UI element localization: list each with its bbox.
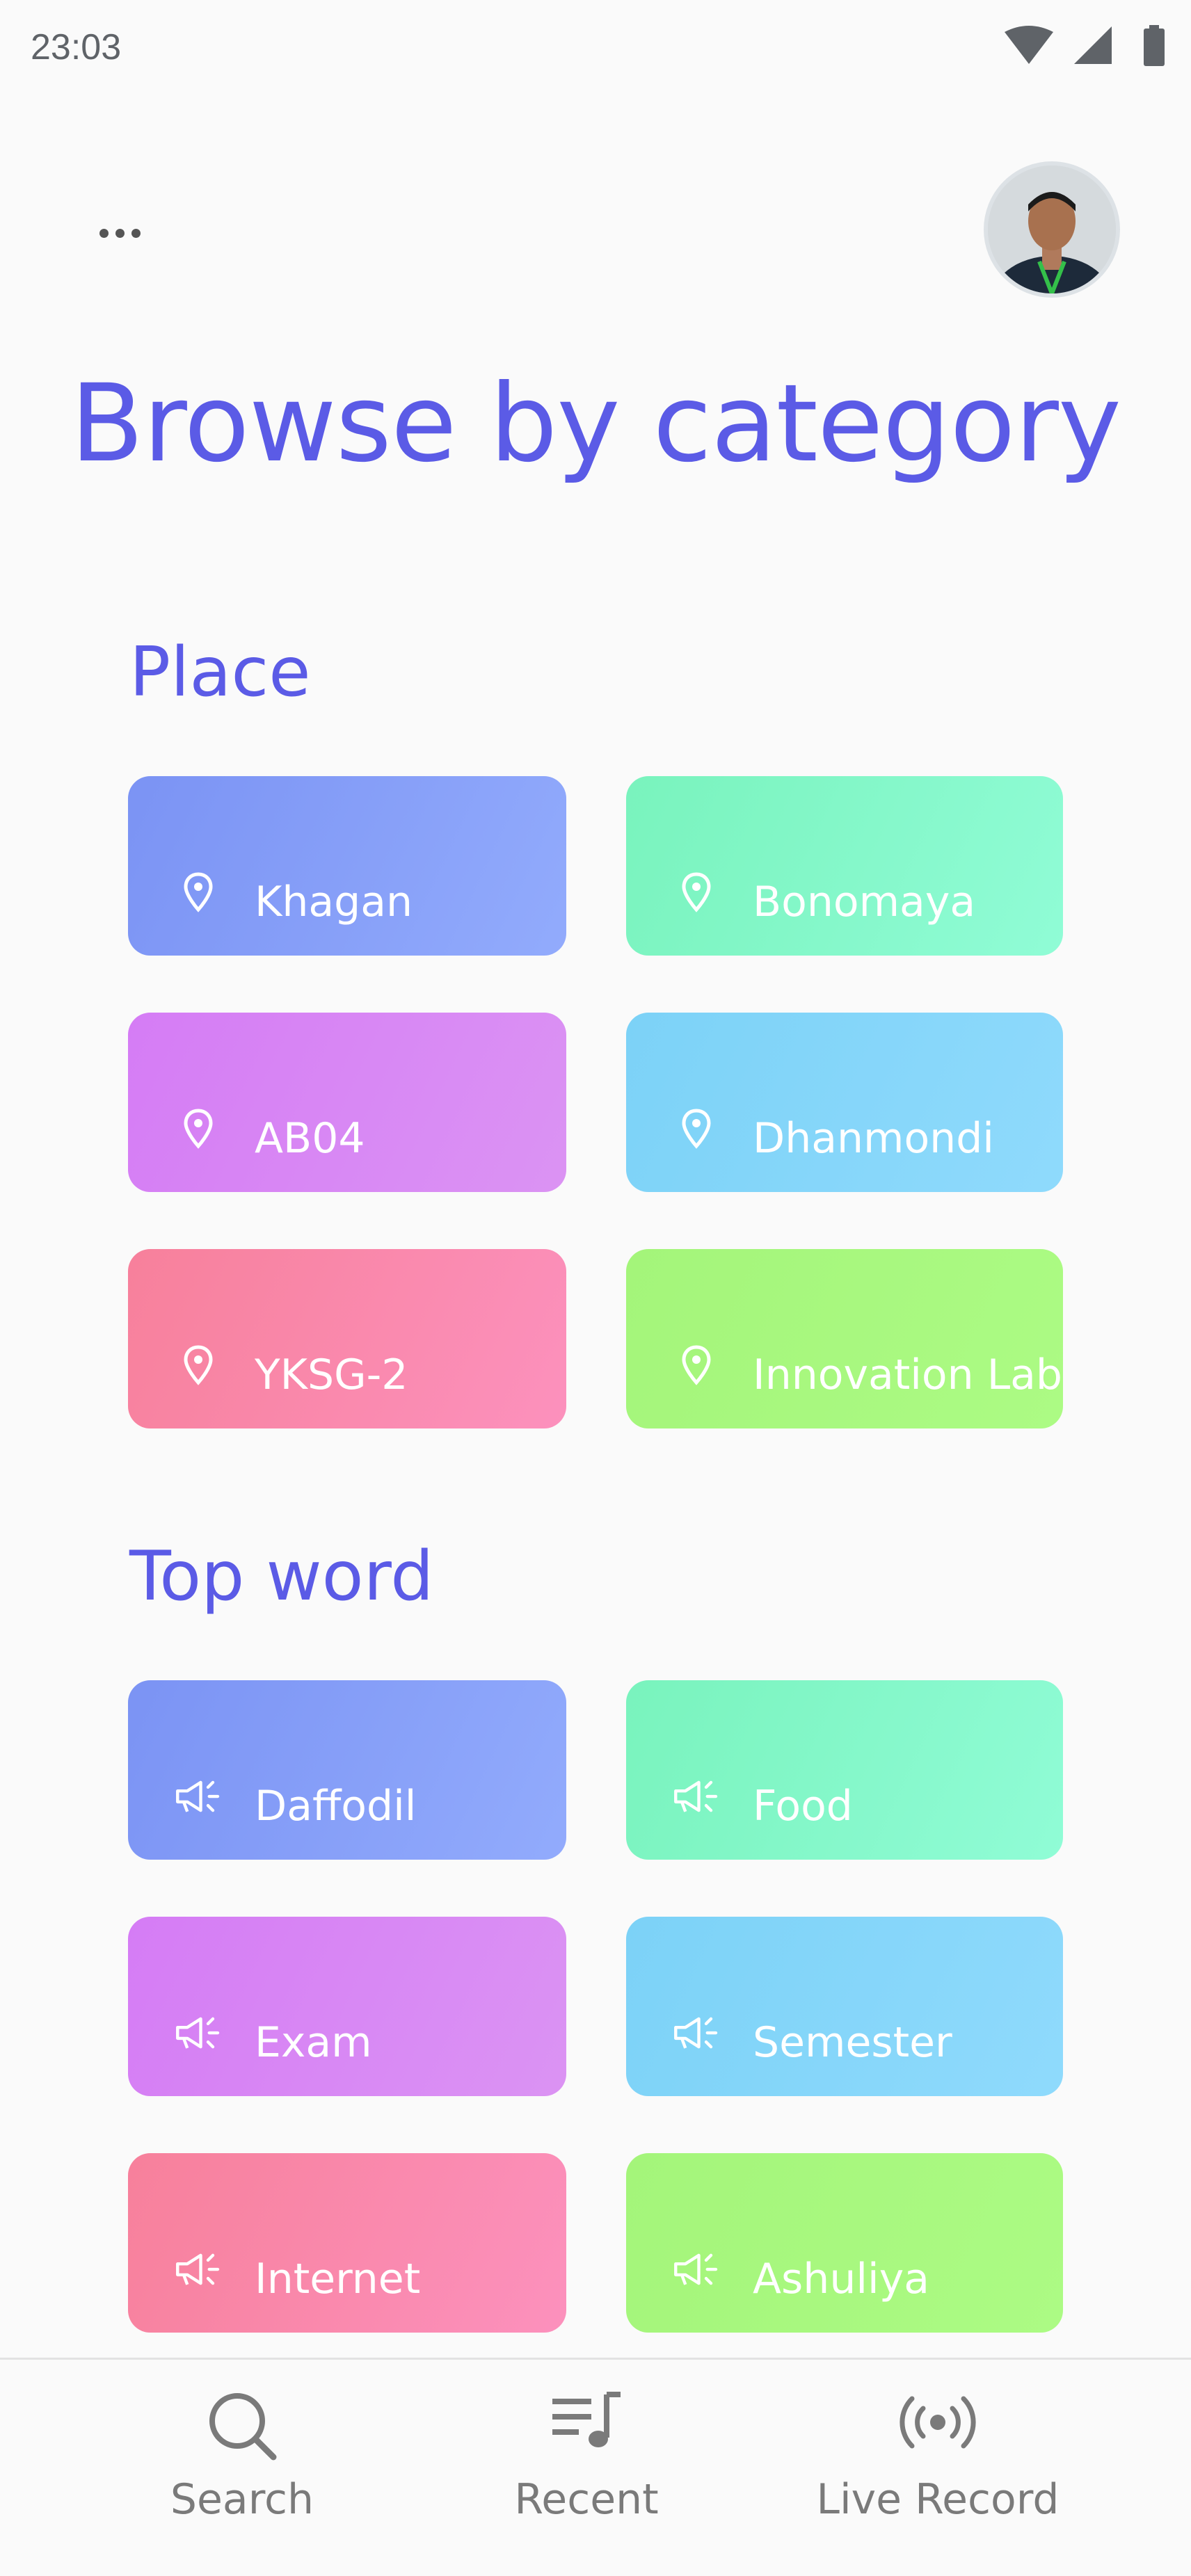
nav-search[interactable]: Search — [103, 2360, 381, 2576]
nav-live-record-label: Live Record — [816, 2475, 1060, 2524]
tile-label: Innovation Lab — [753, 1351, 1063, 1399]
place-tile-dhanmondi[interactable]: Dhanmondi — [626, 1013, 1063, 1192]
avatar-photo-icon — [988, 166, 1116, 293]
word-tile-internet[interactable]: Internet — [128, 2153, 566, 2333]
nav-recent-label: Recent — [514, 2475, 659, 2524]
tile-label: Food — [753, 1782, 853, 1830]
tile-label: AB04 — [255, 1114, 365, 1163]
word-tile-ashuliya[interactable]: Ashuliya — [626, 2153, 1063, 2333]
tile-label: Daffodil — [255, 1782, 417, 1830]
bottom-nav: Search Recent Live Record — [0, 2358, 1191, 2576]
tile-label: Exam — [255, 2018, 372, 2067]
word-tile-daffodil[interactable]: Daffodil — [128, 1680, 566, 1860]
broadcast-icon — [900, 2388, 976, 2460]
map-pin-icon — [174, 1104, 223, 1153]
status-bar: 23:03 — [0, 0, 1191, 90]
word-tile-exam[interactable]: Exam — [128, 1917, 566, 2096]
place-tile-yksg-2[interactable]: YKSG-2 — [128, 1249, 566, 1428]
page-title: Browse by category — [70, 362, 1121, 486]
more-options-button[interactable] — [92, 209, 147, 257]
place-tile-innovation-lab[interactable]: Innovation Lab — [626, 1249, 1063, 1428]
word-tile-food[interactable]: Food — [626, 1680, 1063, 1860]
megaphone-icon — [672, 2009, 721, 2057]
megaphone-icon — [174, 2009, 223, 2057]
map-pin-icon — [174, 868, 223, 917]
map-pin-icon — [174, 1341, 223, 1390]
word-tile-semester[interactable]: Semester — [626, 1917, 1063, 2096]
tile-label: Semester — [753, 2018, 952, 2067]
megaphone-icon — [174, 1772, 223, 1821]
battery-icon — [1144, 25, 1165, 66]
tile-label: Ashuliya — [753, 2255, 929, 2303]
map-pin-icon — [672, 1104, 721, 1153]
cell-signal-icon — [1074, 26, 1112, 64]
playlist-icon — [548, 2388, 625, 2460]
nav-recent[interactable]: Recent — [447, 2360, 726, 2576]
wifi-icon — [1005, 26, 1053, 64]
megaphone-icon — [174, 2245, 223, 2294]
nav-live-record[interactable]: Live Record — [799, 2360, 1077, 2576]
user-avatar[interactable] — [984, 161, 1120, 298]
map-pin-icon — [672, 1341, 721, 1390]
more-dot-icon — [99, 228, 109, 238]
megaphone-icon — [672, 1772, 721, 1821]
megaphone-icon — [672, 2245, 721, 2294]
nav-search-label: Search — [170, 2475, 314, 2524]
tile-label: Internet — [255, 2255, 421, 2303]
tile-label: Bonomaya — [753, 878, 976, 926]
more-dot-icon — [115, 228, 125, 238]
more-dot-icon — [131, 228, 141, 238]
search-icon — [204, 2388, 280, 2467]
place-tile-ab04[interactable]: AB04 — [128, 1013, 566, 1192]
place-tile-khagan[interactable]: Khagan — [128, 776, 566, 956]
tile-label: YKSG-2 — [255, 1351, 408, 1399]
section-title-place: Place — [129, 633, 311, 712]
status-time: 23:03 — [31, 27, 122, 67]
place-tile-bonomaya[interactable]: Bonomaya — [626, 776, 1063, 956]
tile-label: Dhanmondi — [753, 1114, 994, 1163]
section-title-top-word: Top word — [129, 1537, 434, 1616]
tile-label: Khagan — [255, 878, 413, 926]
map-pin-icon — [672, 868, 721, 917]
